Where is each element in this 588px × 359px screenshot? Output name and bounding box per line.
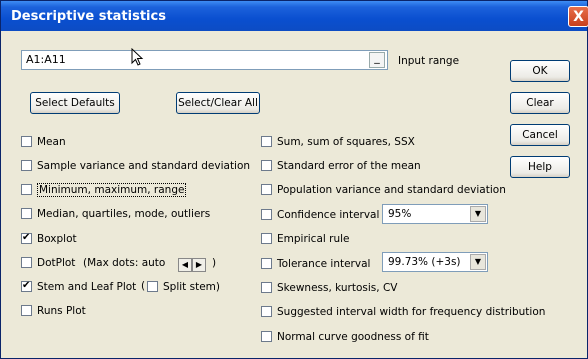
checkbox[interactable]	[147, 281, 158, 292]
spin-right-icon[interactable]: ▶	[192, 258, 206, 272]
option-label: Standard error of the mean	[277, 160, 421, 172]
max-dots-close-paren: )	[212, 257, 217, 269]
confidence-level-select[interactable]: 95% ▼	[382, 204, 488, 224]
option-label: Stem and Leaf Plot	[37, 281, 137, 293]
range-picker-button[interactable]: _	[369, 52, 385, 68]
option-runs-plot[interactable]: Runs Plot	[21, 305, 86, 318]
option-tolerance-interval[interactable]: Tolerance interval	[261, 258, 370, 271]
tolerance-level-select[interactable]: 99.73% (+3s) ▼	[382, 252, 488, 272]
select-clear-all-button[interactable]: Select/Clear All	[176, 92, 260, 114]
option-label: Sample variance and standard deviation	[37, 160, 251, 172]
checkbox[interactable]	[21, 305, 32, 316]
input-range-value: A1:A11	[26, 53, 66, 66]
checkbox[interactable]	[261, 306, 272, 317]
checkbox[interactable]	[21, 184, 32, 195]
checkbox[interactable]	[261, 160, 272, 171]
mouse-pointer-icon	[131, 48, 144, 66]
option-label: Population variance and standard deviati…	[277, 184, 506, 196]
option-label: Tolerance interval	[277, 258, 371, 270]
option-label: DotPlot	[37, 257, 76, 269]
option-label: Boxplot	[37, 233, 77, 245]
option-label: Minimum, maximum, range	[37, 183, 187, 197]
option-min-max-range[interactable]: Minimum, maximum, range	[21, 183, 187, 197]
option-skewness-kurtosis[interactable]: Skewness, kurtosis, CV	[261, 282, 397, 295]
select-value: 99.73% (+3s)	[388, 256, 461, 268]
option-label: Median, quartiles, mode, outliers	[37, 208, 211, 220]
option-stem-and-leaf[interactable]: Stem and Leaf Plot	[21, 279, 137, 294]
checkbox[interactable]	[21, 208, 32, 219]
checkbox[interactable]	[261, 282, 272, 293]
option-label: Normal curve goodness of fit	[277, 331, 429, 343]
chevron-down-icon[interactable]: ▼	[470, 254, 486, 270]
chevron-down-icon[interactable]: ▼	[470, 206, 486, 222]
option-label: Skewness, kurtosis, CV	[277, 282, 398, 294]
checkbox[interactable]	[21, 231, 32, 244]
input-range-label: Input range	[398, 55, 460, 67]
input-range-field[interactable]: A1:A11 _	[21, 50, 388, 70]
title-bar[interactable]: Descriptive statistics X	[1, 1, 588, 31]
clear-button[interactable]: Clear	[510, 92, 570, 114]
split-stem-open-paren: (	[141, 280, 146, 292]
checkbox[interactable]	[21, 160, 32, 171]
option-standard-error[interactable]: Standard error of the mean	[261, 160, 421, 173]
window-title: Descriptive statistics	[11, 9, 166, 24]
option-boxplot[interactable]: Boxplot	[21, 231, 77, 246]
checkbox[interactable]	[261, 136, 272, 147]
option-split-stem[interactable]: Split stem)	[147, 281, 220, 294]
checkbox[interactable]	[21, 257, 32, 268]
max-dots-label: (Max dots: auto	[83, 257, 166, 269]
option-label: Split stem)	[163, 281, 220, 293]
option-population-variance[interactable]: Population variance and standard deviati…	[261, 184, 506, 197]
spin-left-icon[interactable]: ◀	[178, 258, 192, 272]
checkbox[interactable]	[261, 233, 272, 244]
option-label: Sum, sum of squares, SSX	[277, 136, 415, 148]
option-label: Confidence interval	[277, 209, 380, 221]
option-label: Mean	[37, 136, 66, 148]
option-label: Suggested interval width for frequency d…	[277, 306, 546, 318]
checkbox[interactable]	[261, 331, 272, 342]
checkbox[interactable]	[21, 279, 32, 292]
option-normal-curve-fit[interactable]: Normal curve goodness of fit	[261, 331, 429, 344]
help-button[interactable]: Help	[510, 156, 570, 178]
option-sample-variance[interactable]: Sample variance and standard deviation	[21, 160, 250, 173]
checkbox[interactable]	[261, 209, 272, 220]
close-button[interactable]: X	[568, 6, 588, 27]
option-label: Empirical rule	[277, 233, 350, 245]
select-defaults-button[interactable]: Select Defaults	[30, 92, 120, 114]
checkbox[interactable]	[21, 136, 32, 147]
option-empirical-rule[interactable]: Empirical rule	[261, 233, 350, 246]
cancel-button[interactable]: Cancel	[510, 124, 570, 146]
option-sum-squares[interactable]: Sum, sum of squares, SSX	[261, 136, 415, 149]
checkbox[interactable]	[261, 184, 272, 195]
select-value: 95%	[388, 208, 412, 220]
checkbox[interactable]	[261, 258, 272, 269]
option-median-quartiles[interactable]: Median, quartiles, mode, outliers	[21, 208, 210, 221]
ok-button[interactable]: OK	[510, 60, 570, 82]
option-suggested-interval-width[interactable]: Suggested interval width for frequency d…	[261, 306, 545, 319]
option-confidence-interval[interactable]: Confidence interval	[261, 209, 379, 222]
option-dotplot[interactable]: DotPlot	[21, 257, 75, 270]
option-mean[interactable]: Mean	[21, 136, 66, 149]
dialog-window: Descriptive statistics X A1:A11 _ Input …	[0, 0, 588, 359]
option-label: Runs Plot	[37, 305, 86, 317]
